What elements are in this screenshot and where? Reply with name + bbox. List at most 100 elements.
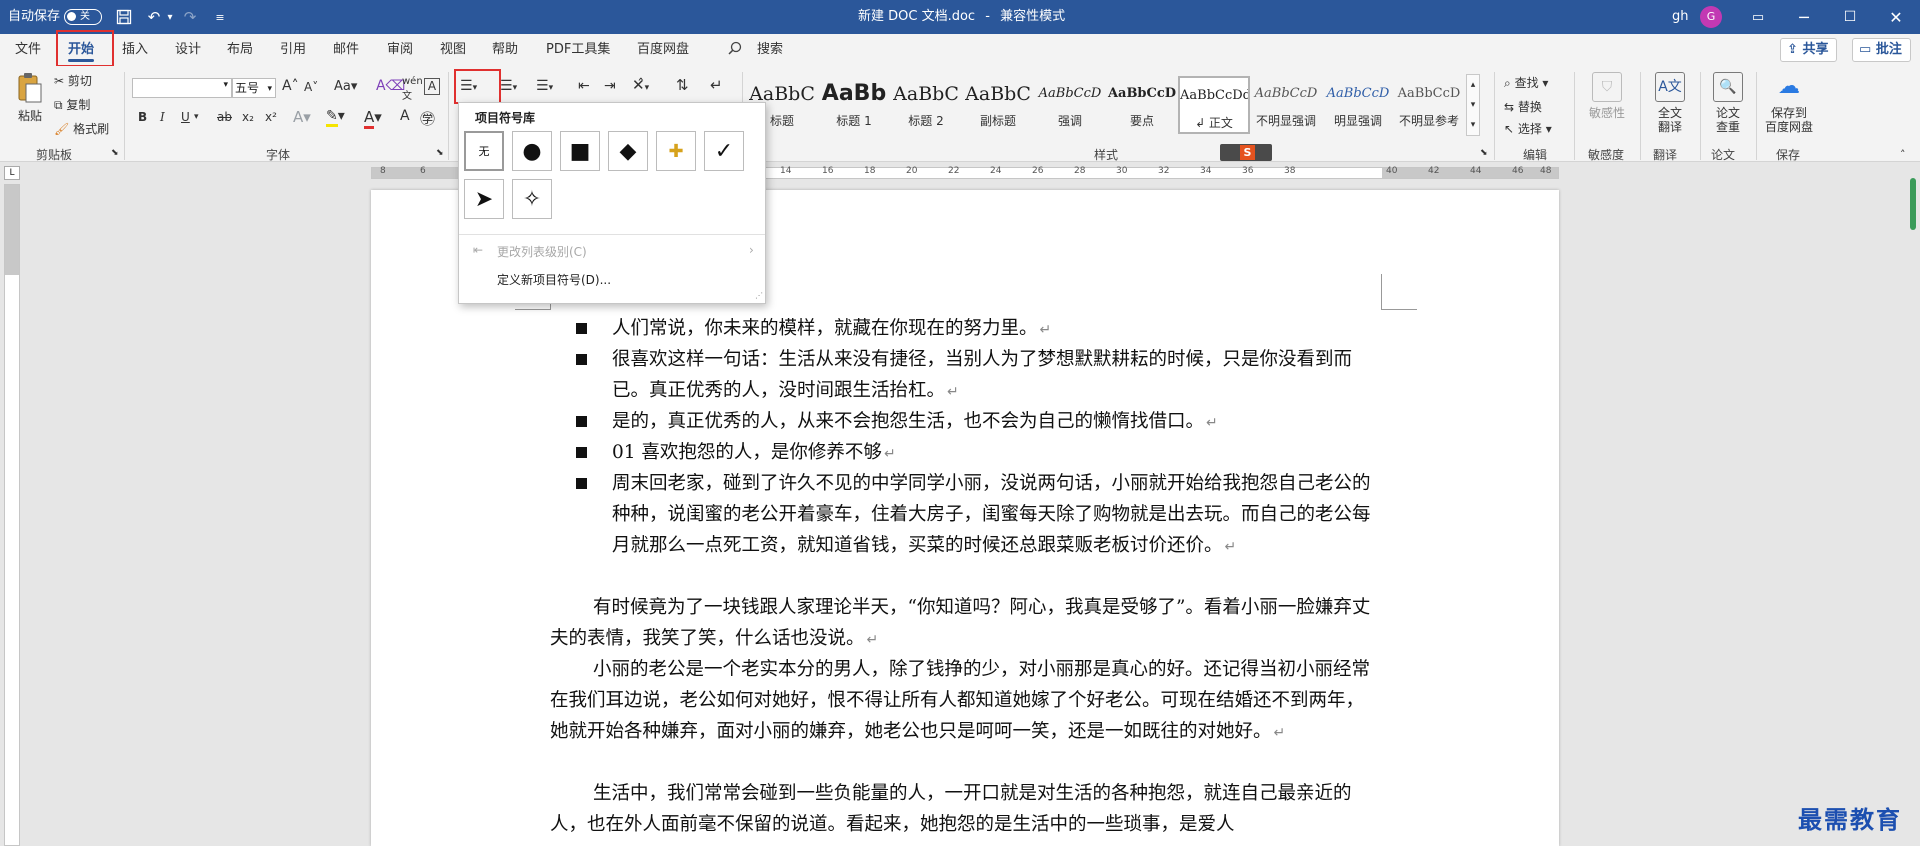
style-subtitle[interactable]: AaBbC 副标题 [962,76,1034,134]
ribbon-display-icon[interactable]: ▭ [1735,0,1781,34]
list-item[interactable]: 很喜欢这样一句话：生活从来没有捷径，当别人为了梦想默默耕耘的时候，只是你没看到而… [576,344,1382,408]
character-shading-icon[interactable]: A [400,108,410,124]
paragraph[interactable]: 小丽的老公是一个老实本分的男人，除了钱挣的少，对小丽那是真心的好。还记得当初小丽… [550,654,1380,749]
font-launcher-icon[interactable]: ⬊ [436,148,444,158]
italic-button[interactable]: I [160,110,165,124]
bullet-checkmark-option[interactable]: ✓ [704,131,744,171]
font-size-input[interactable]: 五号 ▾ [232,78,276,98]
style-heading-1[interactable]: AaBb 标题 1 [818,76,890,134]
style-strong[interactable]: AaBbCcD 要点 [1106,76,1178,134]
show-marks-icon[interactable]: ↵ [710,76,723,94]
bullet-diamond-option[interactable]: ◆ [608,131,648,171]
tab-insert[interactable]: 插入 [122,34,148,66]
resize-grip-icon[interactable]: ⋰ [755,291,763,300]
list-item[interactable]: 是的，真正优秀的人，从来不会抱怨生活，也不会为自己的懒惰找借口。 ↵ [576,406,1382,439]
paragraph[interactable]: 有时候竟为了一块钱跟人家理论半天，“你知道吗？阿心，我真是受够了”。看着小丽一脸… [550,592,1380,656]
cut-button[interactable]: ✂ 剪切 [54,72,92,89]
style-emphasis[interactable]: AaBbCcD 强调 [1034,76,1106,134]
list-item[interactable]: 人们常说，你未来的模样，就藏在你现在的努力里。 ↵ [576,313,1382,346]
redo-icon[interactable]: ↷ [180,7,200,27]
list-item[interactable]: 01 喜欢抱怨的人，是你修养不够 ↵ [576,437,1382,470]
save-to-netdisk-button[interactable]: ☁ 保存到 百度网盘 [1760,72,1818,135]
style-subtle-emphasis[interactable]: AaBbCcD 不明显强调 [1250,76,1322,134]
highlight-icon[interactable]: ✎▾ [326,108,345,127]
bullet-arrow-option[interactable]: ➤ [464,179,504,219]
superscript-button[interactable]: x² [265,110,277,124]
comments-button[interactable]: ▭ 批注 [1852,38,1911,62]
define-new-bullet-item[interactable]: 定义新项目符号(D)... [497,271,611,288]
multilevel-list-icon[interactable]: ☰▾ [536,78,553,94]
enclose-character-icon[interactable]: ㊫ [420,108,435,129]
customize-quick-access-icon[interactable]: ≡ [210,7,230,27]
grow-font-icon[interactable]: A˄ [282,78,299,94]
paragraph[interactable]: 生活中，我们常常会碰到一些负能量的人，一开口就是对生活的各种抱怨，就连自己最亲近… [550,778,1380,840]
tab-design[interactable]: 设计 [175,34,201,66]
search-label[interactable]: 搜索 [757,34,783,66]
phonetic-guide-icon[interactable]: wén 文 [402,76,423,102]
bullet-none-option[interactable]: 无 [464,131,504,171]
underline-button[interactable]: U [181,110,190,124]
replace-button[interactable]: ⇆ 替换 [1504,98,1542,115]
tab-file[interactable]: 文件 [15,34,41,66]
full-translate-button[interactable]: A文 全文 翻译 [1648,72,1692,134]
search-icon[interactable] [728,34,742,66]
avatar[interactable]: G [1700,6,1722,28]
bullet-colored-cross-option[interactable]: ✚ [656,131,696,171]
styles-scroll[interactable]: ▴ ▾ ▾ [1466,74,1480,136]
styles-launcher-icon[interactable]: ⬊ [1480,148,1488,158]
tab-layout[interactable]: 布局 [227,34,253,66]
change-case-icon[interactable]: Aa▾ [334,79,357,94]
find-button[interactable]: ⌕ 查找 ▾ [1504,74,1548,91]
bullet-circle-option[interactable]: ● [512,131,552,171]
sort-icon[interactable]: ⇅ [676,76,689,94]
increase-indent-icon[interactable]: ⇥ [604,78,616,94]
select-button[interactable]: ↖ 选择 ▾ [1504,120,1552,137]
save-icon[interactable] [114,7,134,27]
undo-dropdown-icon[interactable]: ▾ [160,7,180,27]
tab-baidu-netdisk[interactable]: 百度网盘 [637,34,689,66]
tab-help[interactable]: 帮助 [492,34,518,66]
shrink-font-icon[interactable]: A˅ [304,80,318,94]
paper-check-button[interactable]: 🔍 论文 查重 [1706,72,1750,134]
vertical-ruler[interactable] [4,184,20,846]
clipboard-launcher-icon[interactable]: ⬊ [111,148,119,158]
subscript-button[interactable]: x₂ [242,110,254,124]
list-item[interactable]: 周末回老家，碰到了许久不见的中学同学小丽，没说两句话，小丽就开始给我抱怨自己老公… [576,468,1382,563]
autosave-toggle[interactable]: 关 [64,9,102,25]
strikethrough-button[interactable]: ab [217,110,232,124]
numbering-icon[interactable]: ☰▾ [500,78,517,94]
copy-button[interactable]: ⧉ 复制 [54,96,90,113]
text-effects-icon[interactable]: A▾ [293,108,311,126]
decrease-indent-icon[interactable]: ⇤ [578,78,590,94]
tab-review[interactable]: 审阅 [387,34,413,66]
close-icon[interactable]: ✕ [1873,0,1919,34]
clear-format-icon[interactable]: A⌫ [376,78,405,94]
tab-references[interactable]: 引用 [280,34,306,66]
maximize-icon[interactable]: ☐ [1827,0,1873,34]
collapse-ribbon-icon[interactable]: ˄ [1900,148,1906,161]
bullet-square-option[interactable]: ■ [560,131,600,171]
tab-mailings[interactable]: 邮件 [333,34,359,66]
vertical-scrollbar[interactable] [1908,172,1920,846]
change-list-level-item[interactable]: 更改列表级别(C) [497,243,587,260]
style-subtle-reference[interactable]: AaBbCcD 不明显参考 [1394,76,1464,134]
font-color-icon[interactable]: A▾ [364,108,382,129]
character-border-icon[interactable]: A [424,78,440,95]
bullet-star-option[interactable]: ✧ [512,179,552,219]
style-intense-emphasis[interactable]: AaBbCcD 明显强调 [1322,76,1394,134]
bold-button[interactable]: B [138,110,147,124]
tab-pdf-tools[interactable]: PDF工具集 [546,34,610,66]
tab-view[interactable]: 视图 [440,34,466,66]
minimize-icon[interactable]: ─ [1781,0,1827,34]
scrollbar-thumb[interactable] [1910,178,1916,230]
ime-toolbar[interactable]: S [1220,144,1272,161]
sensitivity-button[interactable]: ⛉ 敏感性 [1584,72,1630,120]
share-button[interactable]: ⇪ 共享 [1780,38,1838,62]
font-name-input[interactable]: ▾ [132,78,232,98]
format-painter-button[interactable]: 🖌 格式刷 [54,120,109,137]
paste-button[interactable]: 粘贴 [14,72,46,124]
style-heading-2[interactable]: AaBbC 标题 2 [890,76,962,134]
user-name[interactable]: gh [1672,0,1689,34]
underline-dropdown-icon[interactable]: ▾ [194,112,199,122]
tab-selector[interactable]: L [4,166,20,180]
